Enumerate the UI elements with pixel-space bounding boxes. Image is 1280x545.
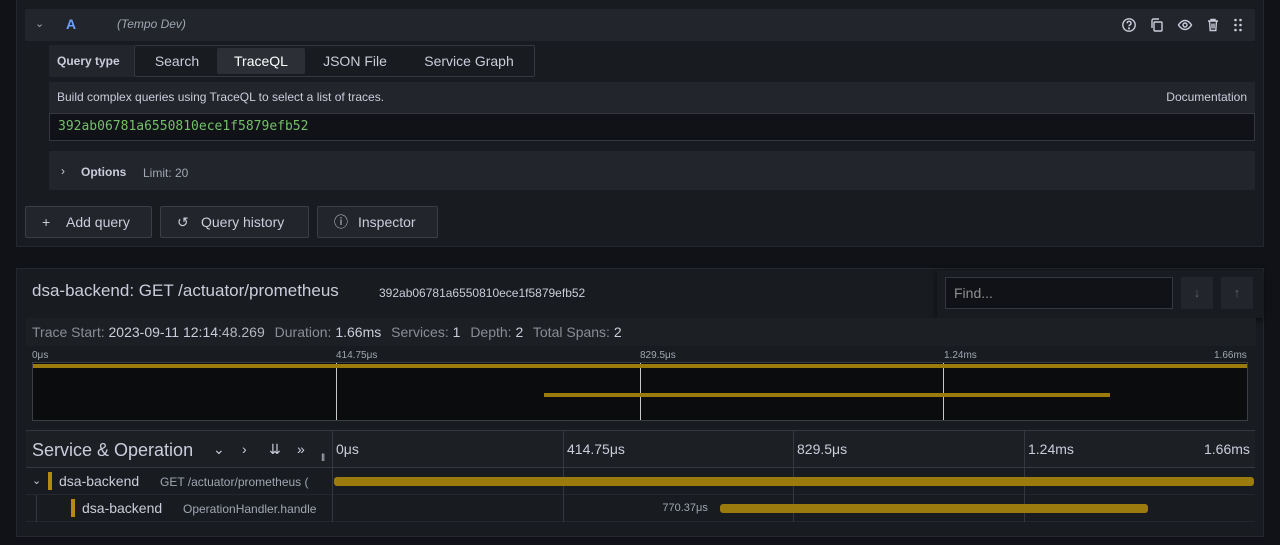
span-duration-label: 770.37μs bbox=[662, 502, 708, 514]
minimap-tick: 1.24ms bbox=[944, 350, 977, 361]
depth-label: Depth: bbox=[470, 324, 512, 340]
chevron-right-icon[interactable]: › bbox=[242, 441, 247, 457]
tab-json-file[interactable]: JSON File bbox=[311, 48, 399, 74]
copy-icon[interactable] bbox=[1149, 17, 1165, 33]
trace-start-date: 2023-09-11 bbox=[108, 324, 180, 340]
services-label: Services: bbox=[391, 324, 449, 340]
info-icon: ⓘ bbox=[334, 214, 348, 230]
options-limit: Limit: 20 bbox=[143, 166, 189, 180]
service-color-marker bbox=[48, 472, 52, 490]
span-service-name[interactable]: dsa-backend bbox=[82, 500, 162, 516]
find-panel: Find... ↓ ↑ bbox=[937, 270, 1263, 318]
timeline-gridline bbox=[1024, 431, 1025, 467]
timeline-tick: 0μs bbox=[336, 441, 359, 457]
minimap-tick: 414.75μs bbox=[336, 350, 378, 361]
minimap-tick: 0μs bbox=[32, 350, 49, 361]
tab-search[interactable]: Search bbox=[143, 48, 211, 74]
trash-icon[interactable] bbox=[1205, 17, 1221, 33]
query-type-label: Query type bbox=[49, 45, 134, 77]
find-input[interactable]: Find... bbox=[945, 277, 1173, 309]
trace-title: dsa-backend: GET /actuator/prometheus bbox=[32, 281, 339, 300]
help-icon[interactable] bbox=[1121, 17, 1137, 33]
add-query-label: Add query bbox=[66, 214, 130, 230]
tab-service-graph[interactable]: Service Graph bbox=[411, 48, 527, 74]
timeline-gridline bbox=[563, 431, 564, 467]
trace-minimap[interactable] bbox=[32, 362, 1248, 421]
span-operation-name[interactable]: GET /actuator/prometheus ( bbox=[160, 475, 325, 489]
total-spans-label: Total Spans: bbox=[532, 324, 610, 340]
minimap-tick: 1.66ms bbox=[1214, 350, 1247, 361]
trace-start-time: 12:14 bbox=[182, 324, 219, 340]
service-color-marker bbox=[71, 499, 75, 517]
query-history-label: Query history bbox=[201, 214, 285, 230]
documentation-link[interactable]: Documentation bbox=[1166, 90, 1247, 104]
drag-handle-icon[interactable] bbox=[1230, 17, 1246, 33]
trace-summary: Trace Start: 2023-09-11 12:14:48.269 Dur… bbox=[26, 318, 1256, 346]
inspector-button[interactable]: ⓘ Inspector bbox=[317, 206, 438, 238]
trace-id: 392ab06781a6550810ece1f5879efb52 bbox=[379, 286, 586, 300]
timeline-tick: 829.5μs bbox=[797, 441, 848, 457]
query-history-button[interactable]: ↺ Query history bbox=[160, 206, 309, 238]
duration-value: 1.66ms bbox=[335, 324, 382, 340]
services-value: 1 bbox=[452, 324, 461, 340]
timeline-tick: 414.75μs bbox=[567, 441, 625, 457]
duration-label: Duration: bbox=[274, 324, 332, 340]
chevron-right-icon[interactable]: › bbox=[61, 164, 65, 178]
options-label[interactable]: Options bbox=[81, 165, 126, 179]
column-divider bbox=[332, 431, 333, 467]
eye-icon[interactable] bbox=[1177, 17, 1193, 33]
column-divider bbox=[332, 468, 333, 495]
traceql-help-bar: Build complex queries using TraceQL to s… bbox=[49, 82, 1255, 113]
query-type-radio-group: Search TraceQL JSON File Service Graph bbox=[134, 45, 535, 77]
chevron-down-icon[interactable]: ⌄ bbox=[213, 441, 225, 458]
arrow-up-icon[interactable]: ↑ bbox=[1221, 277, 1253, 309]
column-divider bbox=[332, 495, 333, 522]
service-operation-title: Service & Operation bbox=[32, 440, 194, 460]
depth-value: 2 bbox=[515, 324, 524, 340]
column-resize-handle[interactable]: ‖ bbox=[321, 453, 325, 464]
trace-start-value: 2023-09-11 12:14:48.269 bbox=[109, 324, 265, 340]
plus-icon: + bbox=[42, 214, 51, 230]
timeline-tick: 1.24ms bbox=[1028, 441, 1074, 457]
query-row-header: ⌄ A (Tempo Dev) bbox=[25, 9, 1255, 41]
total-spans-value: 2 bbox=[613, 324, 622, 340]
tree-indent-guide bbox=[36, 495, 37, 522]
timeline-tick: 1.66ms bbox=[1204, 441, 1250, 457]
minimap-tick: 829.5μs bbox=[640, 350, 676, 361]
span-bar[interactable] bbox=[334, 477, 1254, 486]
timeline-gridline bbox=[793, 431, 794, 467]
traceql-help-text: Build complex queries using TraceQL to s… bbox=[57, 90, 385, 104]
query-letter[interactable]: A bbox=[66, 16, 76, 32]
span-operation-name[interactable]: OperationHandler.handle bbox=[183, 502, 325, 516]
trace-start-label: Trace Start: bbox=[32, 324, 105, 340]
arrow-down-icon[interactable]: ↓ bbox=[1181, 277, 1213, 309]
span-bar[interactable] bbox=[720, 504, 1149, 513]
span-row[interactable]: dsa-backend OperationHandler.handle 770.… bbox=[26, 495, 1255, 522]
timeline-header: Service & Operation ⌄ › ⇊ » ‖ 0μs 414.75… bbox=[26, 430, 1255, 468]
chevron-down-icon[interactable]: ⌄ bbox=[35, 18, 47, 30]
options-row[interactable]: › Options Limit: 20 bbox=[49, 151, 1255, 190]
datasource-name: (Tempo Dev) bbox=[117, 17, 186, 31]
double-chevron-right-icon[interactable]: » bbox=[297, 441, 305, 457]
inspector-label: Inspector bbox=[358, 214, 416, 230]
tab-traceql[interactable]: TraceQL bbox=[217, 48, 305, 74]
minimap-span-root bbox=[33, 364, 1247, 368]
minimap-gridline bbox=[943, 363, 944, 420]
add-query-button[interactable]: + Add query bbox=[25, 206, 152, 238]
trace-start-seconds: :48.269 bbox=[218, 324, 265, 340]
span-row[interactable]: ⌄ dsa-backend GET /actuator/prometheus ( bbox=[26, 468, 1255, 495]
double-chevron-down-icon[interactable]: ⇊ bbox=[269, 441, 281, 458]
traceql-query-input[interactable]: 392ab06781a6550810ece1f5879efb52 bbox=[49, 113, 1255, 141]
minimap-gridline bbox=[336, 363, 337, 420]
timeline-gridline bbox=[563, 495, 564, 522]
chevron-down-icon[interactable]: ⌄ bbox=[32, 474, 41, 487]
span-service-name[interactable]: dsa-backend bbox=[59, 473, 139, 489]
minimap-gridline bbox=[640, 363, 641, 420]
history-icon: ↺ bbox=[177, 214, 189, 230]
minimap-span-child bbox=[544, 393, 1110, 397]
